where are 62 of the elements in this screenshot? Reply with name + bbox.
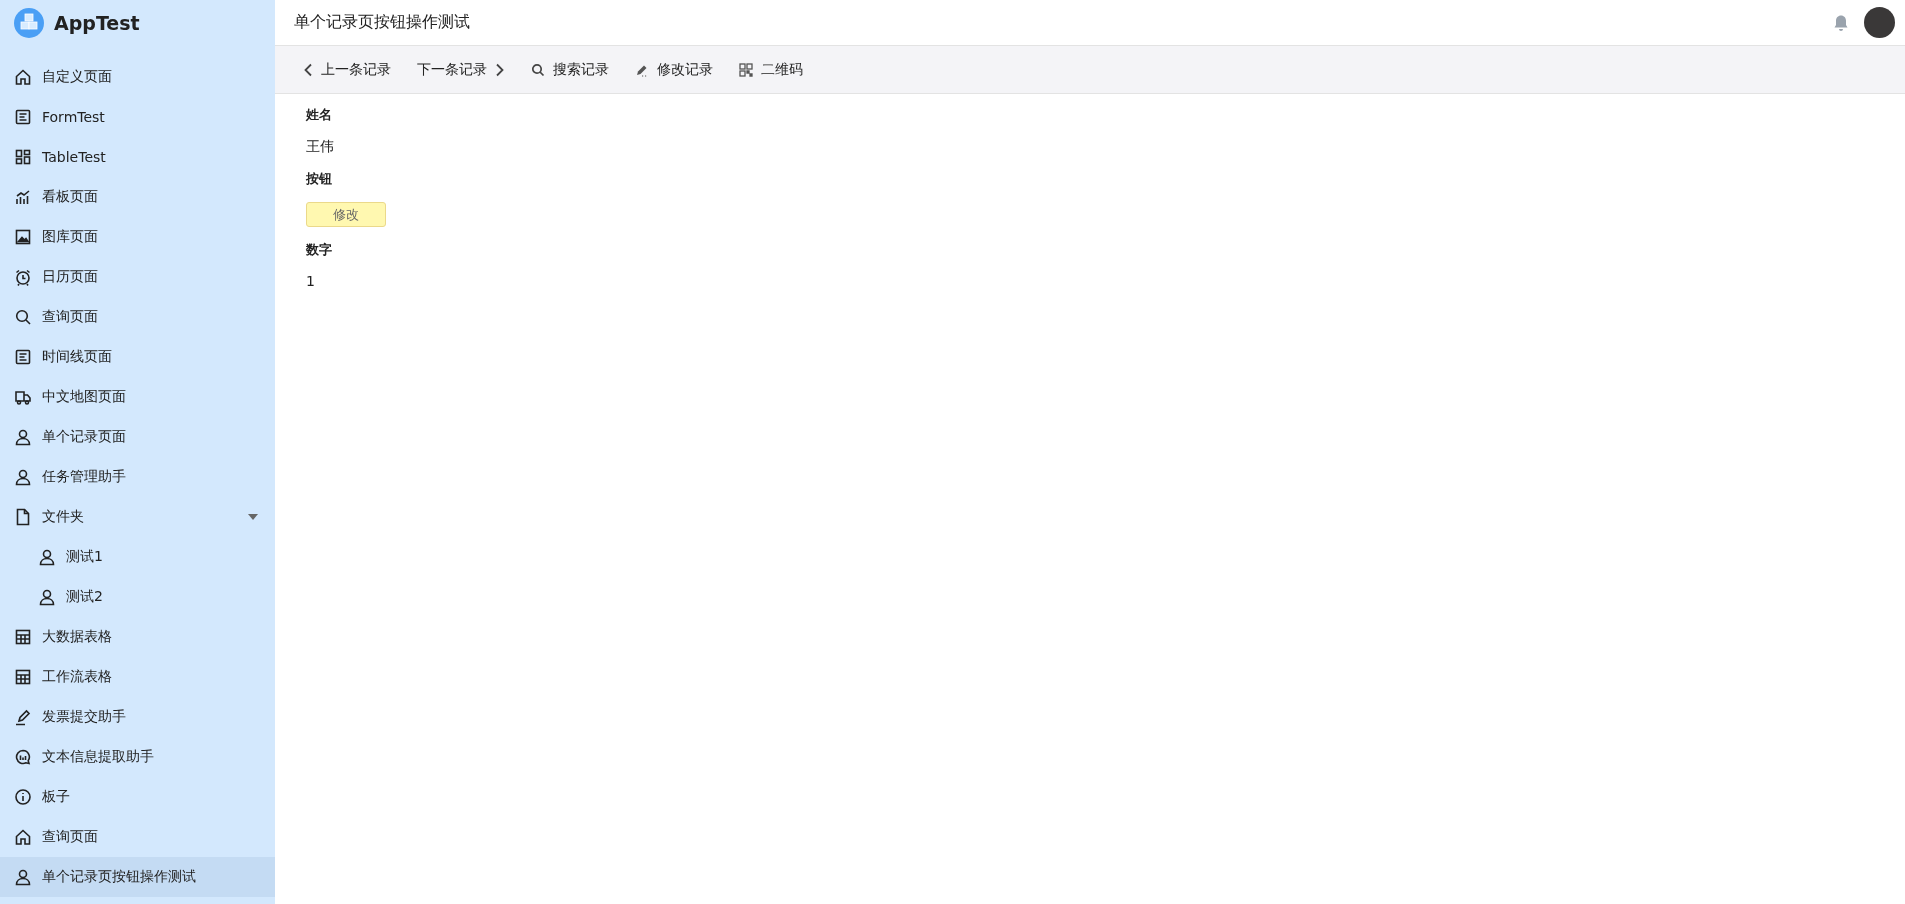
image-icon (14, 228, 32, 246)
sidebar-item[interactable]: 查询页面 (0, 297, 275, 337)
field-value: 1 (306, 273, 315, 289)
sidebar-item[interactable]: 单个记录页面 (0, 417, 275, 457)
table-icon (14, 628, 32, 646)
sidebar-item[interactable]: 任务管理助手 (0, 457, 275, 497)
field-label: 按钮 (306, 170, 332, 188)
field-value: 王伟 (306, 138, 334, 156)
sidebar-item[interactable]: TableTest (0, 137, 275, 177)
sidebar-item[interactable]: 大数据表格 (0, 617, 275, 657)
house-icon (14, 828, 32, 846)
sidebar-item[interactable]: 发票提交助手 (0, 697, 275, 737)
user-icon (38, 588, 56, 606)
sidebar-item[interactable]: 文本信息提取助手 (0, 737, 275, 777)
info-icon (14, 788, 32, 806)
sidebar-item[interactable]: 工作流表格 (0, 657, 275, 697)
pen-icon (14, 708, 32, 726)
field-label: 姓名 (306, 106, 332, 124)
edit-button[interactable]: 修改 (306, 202, 386, 227)
user-icon (14, 428, 32, 446)
toolbar-button[interactable]: 下一条记录 (415, 56, 507, 83)
avatar[interactable] (1864, 7, 1895, 38)
sidebar-item[interactable]: 查询页面 (0, 817, 275, 857)
sidebar-item[interactable]: 板子 (0, 777, 275, 817)
field-label: 数字 (306, 241, 332, 259)
bell-icon[interactable] (1832, 13, 1850, 32)
sidebar-item[interactable]: 时间线页面 (0, 337, 275, 377)
sidebar-item[interactable]: 图库页面 (0, 217, 275, 257)
chevron-left-icon (303, 62, 313, 77)
document-icon (14, 348, 32, 366)
sidebar-item[interactable]: 单个记录页按钮操作测试 (0, 857, 275, 897)
sidebar-item[interactable]: 测试2 (0, 577, 275, 617)
sidebar-item[interactable]: 文件夹 (0, 497, 275, 537)
sidebar-item[interactable]: FormTest (0, 97, 275, 137)
chevron-right-icon (495, 62, 505, 77)
alarm-clock-icon (14, 268, 32, 286)
table-icon (14, 668, 32, 686)
toolbar-button[interactable]: 二维码 (737, 56, 805, 83)
toolbar-button[interactable]: 搜索记录 (529, 56, 611, 83)
user-icon (38, 548, 56, 566)
sidebar-item[interactable]: 看板页面 (0, 177, 275, 217)
bar-chart-icon (14, 188, 32, 206)
truck-icon (14, 388, 32, 406)
toolbar-button[interactable]: 上一条记录 (301, 56, 393, 83)
app-name: AppTest (54, 12, 140, 34)
document-icon (14, 108, 32, 126)
cubes-logo-icon (14, 8, 44, 38)
user-icon (14, 468, 32, 486)
toolbar-button[interactable]: 修改记录 (633, 56, 715, 83)
sidebar-item[interactable]: 日历页面 (0, 257, 275, 297)
qr-code-icon (739, 62, 753, 77)
sidebar-item[interactable]: 自定义页面 (0, 57, 275, 97)
house-icon (14, 68, 32, 86)
user-icon (14, 868, 32, 886)
grid-icon (14, 148, 32, 166)
search-icon (14, 308, 32, 326)
search-icon (531, 62, 545, 77)
sidebar-item[interactable]: 测试1 (0, 537, 275, 577)
file-icon (14, 508, 32, 526)
chat-bubble-icon (14, 748, 32, 766)
page-title: 单个记录页按钮操作测试 (294, 12, 470, 33)
sidebar-item[interactable]: 中文地图页面 (0, 377, 275, 417)
